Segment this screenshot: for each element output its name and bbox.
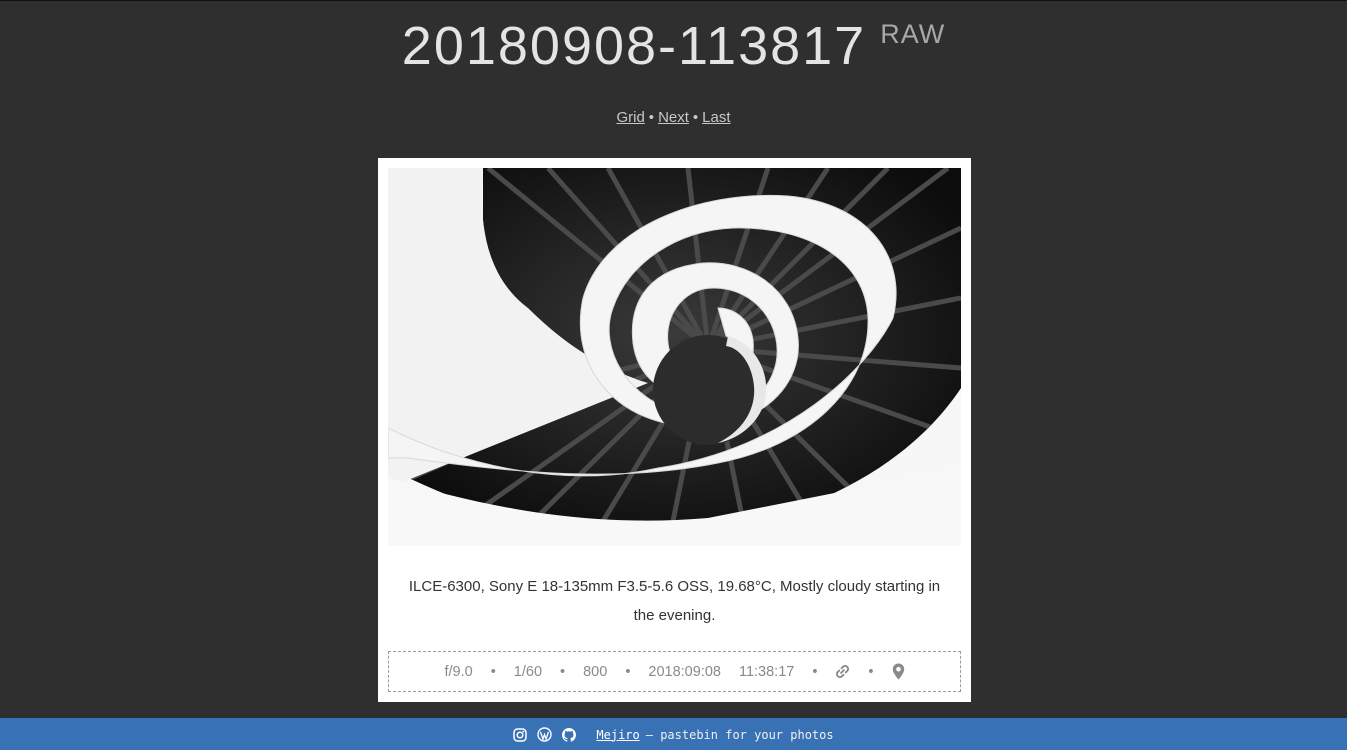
- time-value: 11:38:17: [738, 663, 795, 680]
- grid-link[interactable]: Grid: [616, 109, 644, 126]
- page-header: 20180908-113817 RAW: [0, 15, 1347, 77]
- github-icon[interactable]: [562, 727, 577, 742]
- footer-tagline: — pastebin for your photos: [645, 727, 834, 742]
- wordpress-icon[interactable]: [537, 727, 553, 742]
- exif-separator: •: [490, 663, 496, 680]
- link-icon[interactable]: [835, 664, 850, 679]
- iso-value: 800: [583, 663, 608, 680]
- next-link[interactable]: Next: [658, 109, 689, 126]
- exif-separator: •: [812, 663, 818, 680]
- nav-separator: •: [692, 109, 699, 126]
- photo-image: [388, 168, 961, 546]
- photo-card: ILCE-6300, Sony E 18-135mm F3.5-5.6 OSS,…: [378, 158, 971, 702]
- exif-separator: •: [868, 663, 874, 680]
- spiral-staircase-photo[interactable]: [388, 168, 961, 546]
- instagram-icon[interactable]: [513, 727, 528, 742]
- raw-link[interactable]: RAW: [880, 19, 945, 50]
- last-link[interactable]: Last: [702, 109, 730, 126]
- exif-bar: f/9.0 • 1/60 • 800 • 2018:09:08 11:38:17…: [388, 651, 961, 692]
- date-value: 2018:09:08: [648, 663, 721, 680]
- photo-caption: ILCE-6300, Sony E 18-135mm F3.5-5.6 OSS,…: [408, 578, 941, 624]
- map-pin-icon[interactable]: [892, 663, 905, 680]
- exif-separator: •: [560, 663, 566, 680]
- page-title: 20180908-113817: [401, 16, 867, 76]
- mejiro-link[interactable]: Mejiro: [596, 728, 639, 742]
- exif-separator: •: [625, 663, 631, 680]
- footer-bar: Mejiro — pastebin for your photos: [0, 718, 1347, 750]
- aperture-value: f/9.0: [444, 663, 473, 680]
- nav-separator: •: [648, 109, 655, 126]
- photo-navigation: Grid • Next • Last: [0, 109, 1347, 126]
- shutter-value: 1/60: [513, 663, 543, 680]
